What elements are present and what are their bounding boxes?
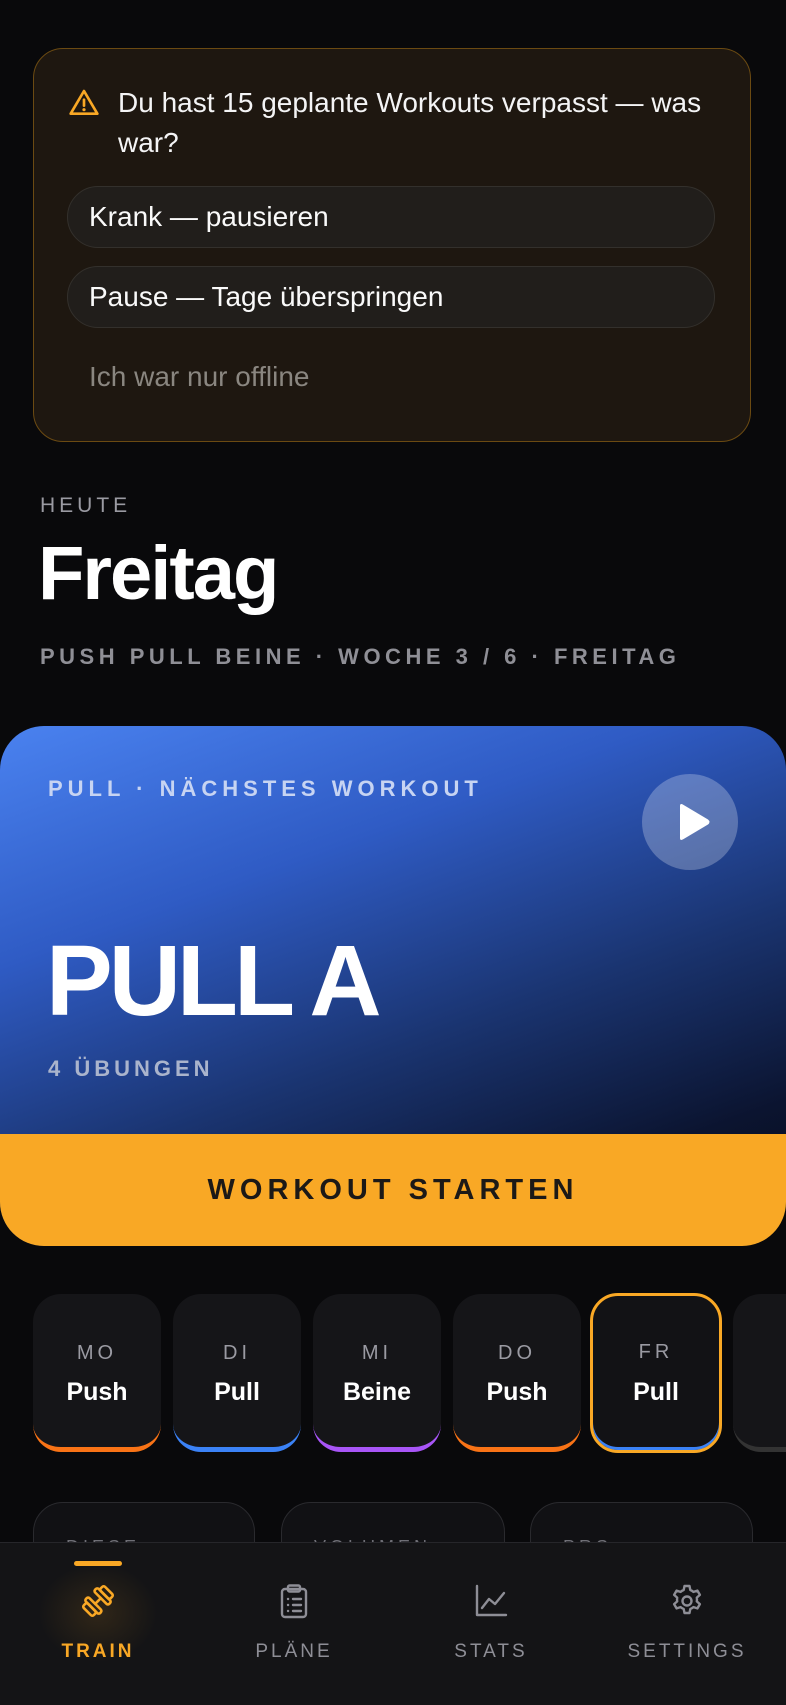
sick-pause-button[interactable]: Krank — pausieren <box>67 186 715 248</box>
missed-workouts-alert: Du hast 15 geplante Workouts verpasst — … <box>33 48 751 442</box>
day-pill-di[interactable]: DI Pull <box>173 1294 301 1452</box>
day-abbr: MO <box>76 1342 118 1364</box>
bottom-tab-bar: TRAIN PLÄNE STATS SETTINGS <box>0 1542 786 1705</box>
day-pill-fr[interactable]: FR Pull <box>590 1293 722 1453</box>
day-workout: Pull <box>214 1378 260 1406</box>
page-title: Freitag <box>38 531 279 616</box>
day-pill-do[interactable]: DO Push <box>453 1294 581 1452</box>
day-pill-mi[interactable]: MI Beine <box>313 1294 441 1452</box>
day-abbr: S <box>733 1342 786 1365</box>
tab-train[interactable]: TRAIN <box>0 1543 196 1705</box>
day-workout: Pull <box>633 1378 679 1406</box>
tab-settings[interactable]: SETTINGS <box>589 1543 785 1705</box>
tab-label: SETTINGS <box>627 1641 747 1662</box>
day-abbr: FR <box>638 1341 674 1363</box>
day-workout: Push <box>66 1378 128 1406</box>
clipboard-icon <box>280 1584 308 1619</box>
dumbbell-icon <box>81 1584 115 1618</box>
day-abbr: DO <box>498 1342 536 1364</box>
chart-icon <box>475 1584 508 1617</box>
tab-plaene[interactable]: PLÄNE <box>196 1543 392 1705</box>
workout-eyebrow: PULL · NÄCHSTES WORKOUT <box>48 776 483 801</box>
tab-stats[interactable]: STATS <box>393 1543 589 1705</box>
week-strip: MO Push DI Pull MI Beine DO Push FR Pull… <box>0 1292 786 1454</box>
gear-icon <box>672 1584 702 1615</box>
today-eyebrow: HEUTE <box>40 494 132 517</box>
day-workout: Push <box>486 1378 548 1406</box>
tab-label: PLÄNE <box>255 1641 333 1662</box>
day-pill-sa[interactable]: S – <box>733 1294 786 1452</box>
tab-label: STATS <box>454 1641 528 1662</box>
day-workout: Beine <box>342 1378 412 1406</box>
day-pill-mo[interactable]: MO Push <box>33 1294 161 1452</box>
workout-title: PULL A <box>46 925 382 1037</box>
offline-link[interactable]: Ich war nur offline <box>89 361 310 393</box>
skip-days-button[interactable]: Pause — Tage überspringen <box>67 266 715 328</box>
plan-progress: PUSH PULL BEINE · WOCHE 3 / 6 · FREITAG <box>40 644 681 669</box>
play-icon <box>680 804 710 840</box>
alert-message: Du hast 15 geplante Workouts verpasst — … <box>118 87 702 158</box>
start-workout-button[interactable]: WORKOUT STARTEN <box>0 1134 786 1246</box>
warning-icon <box>69 89 99 115</box>
active-tab-indicator <box>74 1561 122 1566</box>
exercise-count: 4 ÜBUNGEN <box>48 1056 214 1081</box>
day-abbr: MI <box>361 1342 393 1364</box>
day-workout: – <box>733 1378 786 1407</box>
tab-label: TRAIN <box>61 1641 135 1662</box>
play-button[interactable] <box>642 774 738 870</box>
day-abbr: DI <box>223 1342 251 1364</box>
next-workout-card[interactable]: PULL · NÄCHSTES WORKOUT PULL A 4 ÜBUNGEN… <box>0 726 786 1246</box>
